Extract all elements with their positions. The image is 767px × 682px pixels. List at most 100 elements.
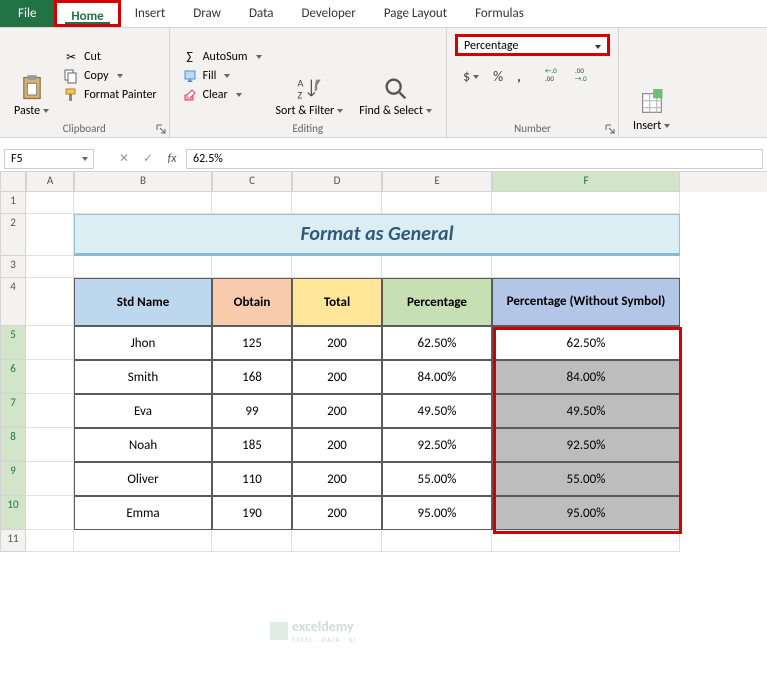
cell[interactable]	[74, 192, 212, 214]
row-header-8[interactable]: 8	[0, 428, 26, 462]
cell[interactable]	[26, 530, 74, 552]
insert-cells-button[interactable]: Insert	[627, 32, 676, 135]
cell[interactable]: 62.50%	[382, 326, 492, 360]
cell[interactable]: 95.00%	[382, 496, 492, 530]
cell[interactable]	[26, 326, 74, 360]
header-percentage-nosym[interactable]: Percentage (Without Symbol)	[492, 278, 680, 326]
cell[interactable]: 92.50%	[382, 428, 492, 462]
cell[interactable]	[26, 496, 74, 530]
cell[interactable]: 200	[292, 462, 382, 496]
cell[interactable]: 110	[212, 462, 292, 496]
copy-button[interactable]: Copy	[63, 68, 157, 84]
header-total[interactable]: Total	[292, 278, 382, 326]
cell[interactable]: Oliver	[74, 462, 212, 496]
row-header-1[interactable]: 1	[0, 192, 26, 214]
tab-developer[interactable]: Developer	[288, 0, 370, 27]
header-obtain[interactable]: Obtain	[212, 278, 292, 326]
cell[interactable]: 200	[292, 360, 382, 394]
percent-format-button[interactable]: %	[489, 66, 507, 87]
cell[interactable]: Noah	[74, 428, 212, 462]
cell[interactable]	[26, 214, 74, 256]
col-header-A[interactable]: A	[26, 172, 74, 192]
cell[interactable]: 84.00%	[382, 360, 492, 394]
cell[interactable]	[26, 278, 74, 326]
row-header-3[interactable]: 3	[0, 256, 26, 278]
cell[interactable]: 84.00%	[492, 360, 680, 394]
formula-input[interactable]: 62.5%	[186, 149, 763, 169]
cell[interactable]: 95.00%	[492, 496, 680, 530]
title-cell[interactable]: Format as General	[74, 214, 680, 256]
cell[interactable]: Smith	[74, 360, 212, 394]
cell[interactable]	[212, 256, 292, 278]
cell[interactable]	[212, 530, 292, 552]
cell[interactable]	[26, 192, 74, 214]
cell[interactable]	[26, 256, 74, 278]
cell[interactable]: 92.50%	[492, 428, 680, 462]
row-header-5[interactable]: 5	[0, 326, 26, 360]
cell[interactable]	[382, 256, 492, 278]
cell[interactable]: Eva	[74, 394, 212, 428]
cell[interactable]: 168	[212, 360, 292, 394]
tab-file[interactable]: File	[0, 0, 54, 27]
decrease-decimal-button[interactable]: .00→.0	[571, 64, 599, 88]
cell[interactable]	[292, 256, 382, 278]
cell[interactable]: 55.00%	[492, 462, 680, 496]
fill-button[interactable]: Fill	[182, 68, 262, 84]
cell[interactable]	[74, 256, 212, 278]
cell[interactable]: Emma	[74, 496, 212, 530]
col-header-F[interactable]: F	[492, 172, 680, 192]
cell[interactable]	[492, 256, 680, 278]
cell[interactable]: 49.50%	[382, 394, 492, 428]
cell[interactable]	[26, 428, 74, 462]
row-header-6[interactable]: 6	[0, 360, 26, 394]
clear-button[interactable]: Clear	[182, 87, 262, 103]
tab-insert[interactable]: Insert	[121, 0, 180, 27]
row-header-11[interactable]: 11	[0, 530, 26, 552]
cell[interactable]: Jhon	[74, 326, 212, 360]
cell[interactable]	[292, 530, 382, 552]
sort-filter-button[interactable]: AZ Sort & Filter	[270, 32, 350, 120]
row-header-4[interactable]: 4	[0, 278, 26, 326]
number-dialog-launcher[interactable]	[604, 123, 616, 135]
name-box[interactable]: F5	[4, 149, 94, 169]
header-percentage[interactable]: Percentage	[382, 278, 492, 326]
row-header-10[interactable]: 10	[0, 496, 26, 530]
cell[interactable]: 185	[212, 428, 292, 462]
cell[interactable]	[26, 462, 74, 496]
accounting-format-button[interactable]: $	[459, 66, 483, 87]
row-header-7[interactable]: 7	[0, 394, 26, 428]
find-select-button[interactable]: Find & Select	[353, 32, 438, 120]
cell[interactable]	[492, 530, 680, 552]
cell[interactable]: 200	[292, 428, 382, 462]
row-header-9[interactable]: 9	[0, 462, 26, 496]
tab-pagelayout[interactable]: Page Layout	[370, 0, 461, 27]
increase-decimal-button[interactable]: ←.0.00	[541, 64, 569, 88]
col-header-B[interactable]: B	[74, 172, 212, 192]
cell[interactable]	[382, 530, 492, 552]
autosum-button[interactable]: ∑AutoSum	[182, 49, 262, 65]
select-all-cell[interactable]	[0, 172, 26, 192]
tab-draw[interactable]: Draw	[179, 0, 235, 27]
paste-button[interactable]: Paste	[8, 32, 55, 120]
cell[interactable]	[382, 192, 492, 214]
col-header-C[interactable]: C	[212, 172, 292, 192]
clipboard-dialog-launcher[interactable]	[155, 123, 167, 135]
cell[interactable]	[212, 192, 292, 214]
col-header-D[interactable]: D	[292, 172, 382, 192]
cell[interactable]	[74, 530, 212, 552]
cell[interactable]: 125	[212, 326, 292, 360]
cell[interactable]	[492, 192, 680, 214]
header-stdname[interactable]: Std Name	[74, 278, 212, 326]
enter-formula-button[interactable]: ✓	[138, 151, 158, 166]
tab-home[interactable]: Home	[54, 0, 120, 27]
cell[interactable]: 99	[212, 394, 292, 428]
cancel-formula-button[interactable]: ✕	[114, 151, 134, 166]
cell[interactable]	[26, 394, 74, 428]
cell[interactable]: 190	[212, 496, 292, 530]
cell[interactable]: 200	[292, 326, 382, 360]
cut-button[interactable]: ✂Cut	[63, 49, 157, 65]
number-format-select[interactable]: Percentage	[455, 34, 610, 56]
cell[interactable]: 55.00%	[382, 462, 492, 496]
format-painter-button[interactable]: Format Painter	[63, 87, 157, 103]
comma-format-button[interactable]: ,	[513, 66, 525, 87]
